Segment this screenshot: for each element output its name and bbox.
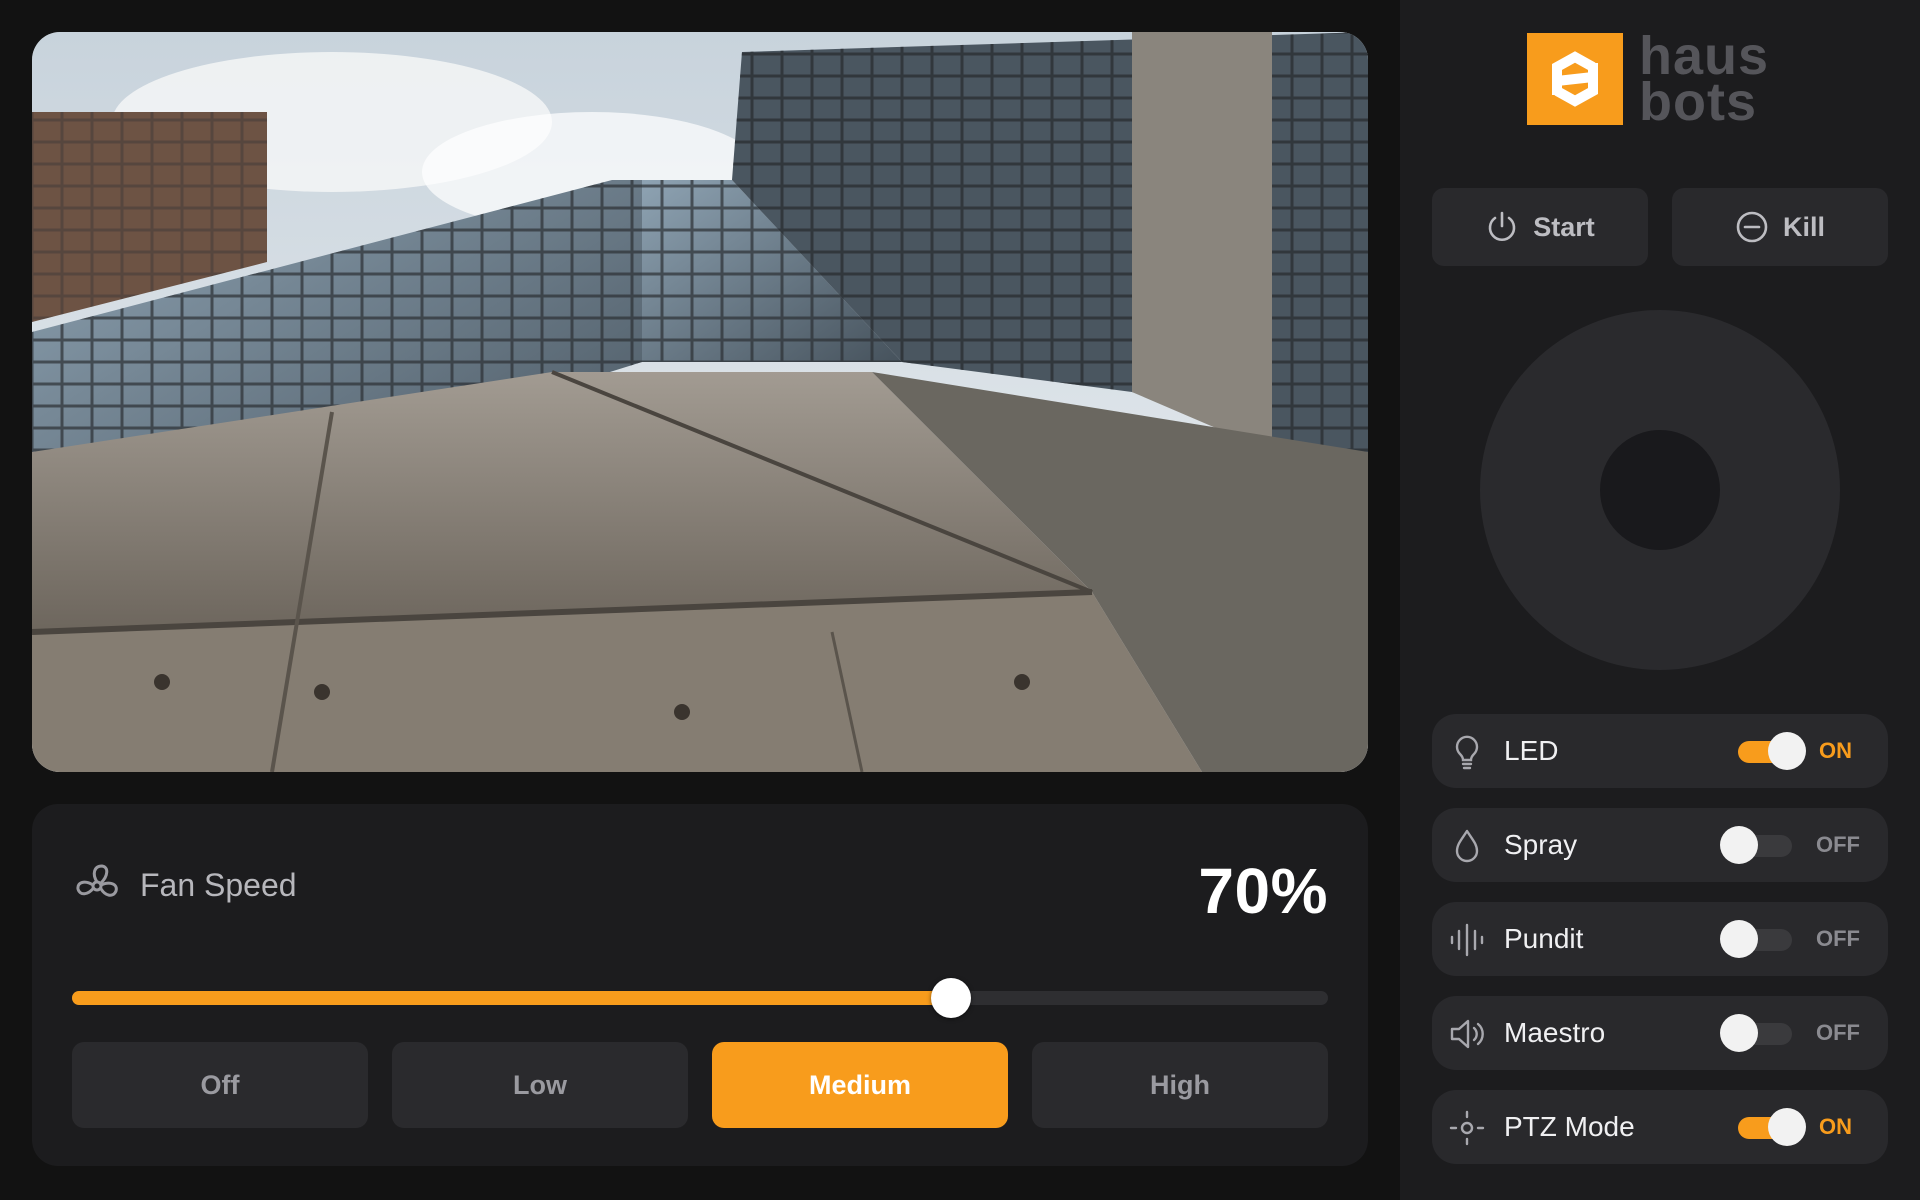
toggle-label-ptz-mode: PTZ Mode xyxy=(1504,1111,1635,1142)
toggle-label-maestro: Maestro xyxy=(1504,1017,1606,1048)
audio-wave-icon xyxy=(1450,923,1484,957)
ptz-icon xyxy=(1449,1110,1485,1146)
ptz-mode-switch[interactable] xyxy=(1738,1108,1806,1146)
fan-icon xyxy=(76,864,118,897)
led-switch[interactable] xyxy=(1738,732,1806,770)
joystick-knob[interactable] xyxy=(1600,430,1720,550)
toggle-row-spray[interactable]: Spray OFF xyxy=(1432,808,1888,882)
switch-thumb[interactable] xyxy=(1720,826,1758,864)
fan-speed-options: Off Low Medium High xyxy=(72,1042,1328,1128)
fan-speed-off-button[interactable]: Off xyxy=(72,1042,368,1128)
speaker-icon xyxy=(1450,1019,1484,1049)
start-button-label: Start xyxy=(1533,211,1595,242)
toggle-row-pundit[interactable]: Pundit OFF xyxy=(1432,902,1888,976)
fan-speed-low-button[interactable]: Low xyxy=(392,1042,688,1128)
fan-speed-panel: Fan Speed 70% Off Low Medium High xyxy=(32,804,1368,1166)
spray-switch[interactable] xyxy=(1720,826,1792,864)
minus-circle-icon xyxy=(1736,211,1768,243)
slider-thumb[interactable] xyxy=(931,978,972,1018)
switch-thumb[interactable] xyxy=(1720,920,1758,958)
fan-speed-value: 70% xyxy=(1198,855,1328,927)
fan-speed-header: Fan Speed xyxy=(72,860,297,910)
feature-toggles: LED ON Spray OFF Pundit OFF Maestro OFF … xyxy=(1432,714,1888,1164)
app-root: Fan Speed 70% Off Low Medium High haus b… xyxy=(0,0,1920,1200)
kill-button[interactable]: Kill xyxy=(1672,188,1888,266)
brand-logo: haus bots xyxy=(1527,29,1769,132)
toggle-row-maestro[interactable]: Maestro OFF xyxy=(1432,996,1888,1070)
toggle-state-maestro: OFF xyxy=(1816,1020,1860,1045)
power-controls: Start Kill xyxy=(1432,188,1888,266)
droplet-icon xyxy=(1455,829,1479,863)
maestro-switch[interactable] xyxy=(1720,1014,1792,1052)
toggle-label-spray: Spray xyxy=(1504,829,1578,860)
kill-button-label: Kill xyxy=(1782,211,1825,242)
pundit-switch[interactable] xyxy=(1720,920,1792,958)
toggle-state-pundit: OFF xyxy=(1816,926,1860,951)
control-sidebar: haus bots Start Kill LED ON Spray OFF Pu… xyxy=(1400,0,1920,1200)
fan-speed-medium-button[interactable]: Medium xyxy=(712,1042,1008,1128)
brand-line-2: bots xyxy=(1639,72,1757,132)
switch-thumb[interactable] xyxy=(1768,732,1806,770)
power-icon xyxy=(1488,211,1516,241)
joystick-pad[interactable] xyxy=(1480,310,1840,670)
brand-wordmark: haus bots xyxy=(1639,29,1769,132)
slider-fill xyxy=(72,991,952,1005)
fan-speed-slider[interactable] xyxy=(72,978,1328,1018)
switch-thumb[interactable] xyxy=(1720,1014,1758,1052)
toggle-state-led: ON xyxy=(1819,738,1852,763)
switch-thumb[interactable] xyxy=(1768,1108,1806,1146)
camera-image xyxy=(32,32,1368,772)
start-button[interactable]: Start xyxy=(1432,188,1648,266)
bulb-icon xyxy=(1455,735,1479,770)
toggle-label-pundit: Pundit xyxy=(1504,923,1584,954)
toggle-row-led[interactable]: LED ON xyxy=(1432,714,1888,788)
hausbots-logo-mark xyxy=(1527,33,1623,125)
toggle-label-led: LED xyxy=(1504,735,1559,766)
toggle-row-ptz-mode[interactable]: PTZ Mode ON xyxy=(1432,1090,1888,1164)
fan-speed-title: Fan Speed xyxy=(140,866,297,903)
toggle-state-ptz-mode: ON xyxy=(1819,1114,1852,1139)
toggle-state-spray: OFF xyxy=(1816,832,1860,857)
camera-feed[interactable] xyxy=(32,32,1368,772)
fan-speed-high-button[interactable]: High xyxy=(1032,1042,1328,1128)
